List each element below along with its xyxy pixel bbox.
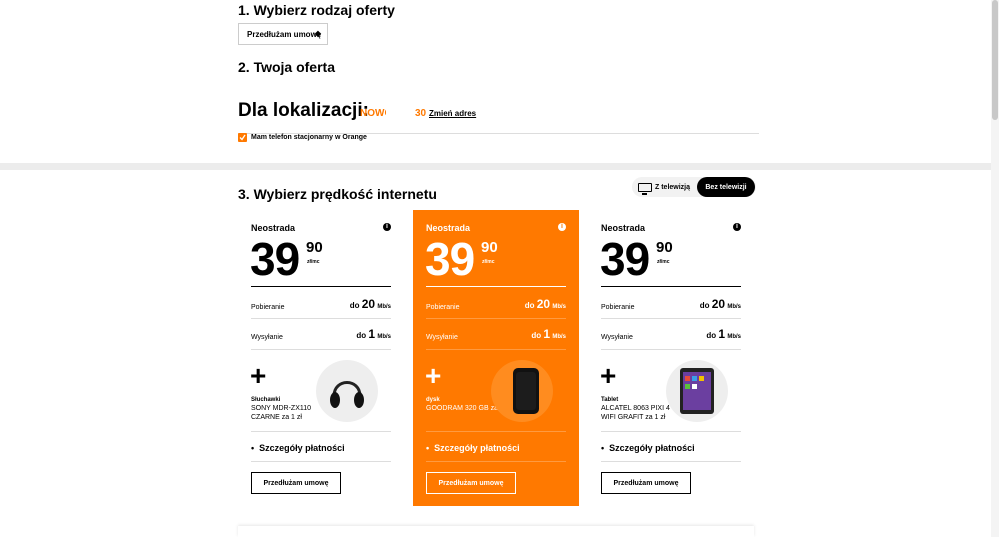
divider <box>601 349 741 350</box>
divider <box>601 286 741 287</box>
payment-details-link[interactable]: • Szczegóły płatności <box>251 443 345 453</box>
step2-heading: 2. Twoja oferta <box>238 59 335 75</box>
divider <box>601 431 741 432</box>
scrollbar[interactable] <box>991 0 999 537</box>
download-value: do 20 Mb/s <box>524 297 566 311</box>
divider <box>426 286 566 287</box>
payment-details-link[interactable]: • Szczegóły płatności <box>426 443 520 453</box>
price-unit: zł/mc <box>482 259 495 265</box>
upload-label: Wysyłanie <box>426 334 458 341</box>
divider <box>251 318 391 319</box>
divider <box>251 286 391 287</box>
offer-card: Neostrada i 39 90 zł/mc Pobieranie do 20… <box>588 210 754 506</box>
divider <box>601 318 741 319</box>
price-integer: 39 <box>250 233 300 285</box>
location-city: NOWO <box>360 108 386 119</box>
divider <box>426 461 566 462</box>
price-decimal: 90 <box>306 239 323 256</box>
download-value: do 20 Mb/s <box>699 297 741 311</box>
price-integer: 39 <box>425 233 475 285</box>
offer-card: Neostrada i 39 90 zł/mc Pobieranie do 20… <box>238 210 404 506</box>
price-decimal: 90 <box>481 239 498 256</box>
toggle-without-tv[interactable]: Bez telewizji <box>697 177 755 197</box>
gift-type: Słuchawki <box>251 397 281 403</box>
extend-contract-button[interactable]: Przedłużam umowę <box>601 472 691 494</box>
plus-icon: + <box>425 360 442 391</box>
gift-type: dysk <box>426 397 440 403</box>
plus-icon: + <box>600 360 617 391</box>
offer-type-select[interactable]: Przedłużam umowę ◆ <box>238 23 328 45</box>
upload-value: do 1 Mb/s <box>531 327 566 341</box>
upload-value: do 1 Mb/s <box>356 327 391 341</box>
divider <box>426 349 566 350</box>
location-number: 30 <box>415 108 427 119</box>
phone-checkbox[interactable] <box>238 133 247 142</box>
divider <box>251 461 391 462</box>
gift-type: Tablet <box>601 397 619 403</box>
toggle-without-tv-label: Bez telewizji <box>705 183 747 191</box>
info-icon[interactable]: i <box>383 223 391 231</box>
divider <box>601 461 741 462</box>
price-integer: 39 <box>600 233 650 285</box>
plus-icon: + <box>250 360 267 391</box>
info-icon[interactable]: i <box>558 223 566 231</box>
tv-icon <box>638 182 652 195</box>
tv-toggle: Z telewizją Bez telewizji <box>632 177 756 197</box>
payment-details-link[interactable]: • Szczegóły płatności <box>601 443 695 453</box>
divider <box>251 431 391 432</box>
price-unit: zł/mc <box>307 259 320 265</box>
toggle-with-tv-label: Z telewizją <box>655 183 691 191</box>
headphones-icon <box>316 360 378 422</box>
upload-label: Wysyłanie <box>251 334 283 341</box>
price-decimal: 90 <box>656 239 673 256</box>
external-drive-icon <box>491 360 553 422</box>
change-address-link[interactable]: Zmień adres <box>429 109 476 118</box>
location-title: Dla lokalizacji: <box>238 100 369 121</box>
info-icon[interactable]: i <box>733 223 741 231</box>
toggle-with-tv[interactable]: Z telewizją <box>638 177 690 197</box>
offer-header-panel <box>0 0 999 163</box>
upload-value: do 1 Mb/s <box>706 327 741 341</box>
next-section-panel <box>238 526 754 537</box>
step3-heading: 3. Wybierz prędkość internetu <box>238 186 437 202</box>
checkmark-icon <box>239 134 246 141</box>
upload-label: Wysyłanie <box>601 334 633 341</box>
step1-heading: 1. Wybierz rodzaj oferty <box>238 2 395 18</box>
divider <box>251 349 391 350</box>
tablet-icon <box>666 360 728 422</box>
download-label: Pobieranie <box>601 304 635 311</box>
offer-type-select-value: Przedłużam umowę <box>247 30 322 39</box>
extend-contract-button[interactable]: Przedłużam umowę <box>251 472 341 494</box>
phone-checkbox-label: Mam telefon stacjonarny w Orange <box>251 134 367 141</box>
price-unit: zł/mc <box>657 259 670 265</box>
download-label: Pobieranie <box>251 304 285 311</box>
divider <box>426 318 566 319</box>
scrollbar-thumb[interactable] <box>992 0 998 120</box>
divider <box>426 431 566 432</box>
select-arrow-icon: ◆ <box>314 29 321 38</box>
offer-card-highlighted: Neostrada i 39 90 zł/mc Pobieranie do 20… <box>413 210 579 506</box>
download-value: do 20 Mb/s <box>349 297 391 311</box>
extend-contract-button[interactable]: Przedłużam umowę <box>426 472 516 494</box>
download-label: Pobieranie <box>426 304 460 311</box>
